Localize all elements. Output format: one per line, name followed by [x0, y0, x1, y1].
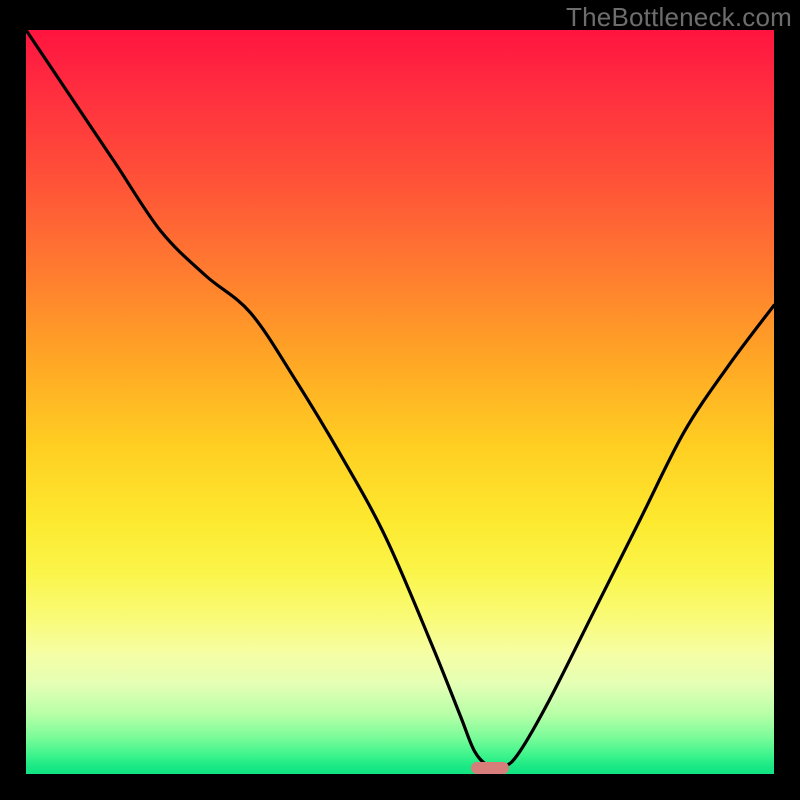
plot-area — [26, 30, 774, 774]
curve-path — [26, 30, 774, 768]
chart-container: TheBottleneck.com — [0, 0, 800, 800]
optimum-marker — [471, 762, 509, 774]
bottleneck-curve — [26, 30, 774, 774]
watermark-text: TheBottleneck.com — [566, 2, 792, 33]
